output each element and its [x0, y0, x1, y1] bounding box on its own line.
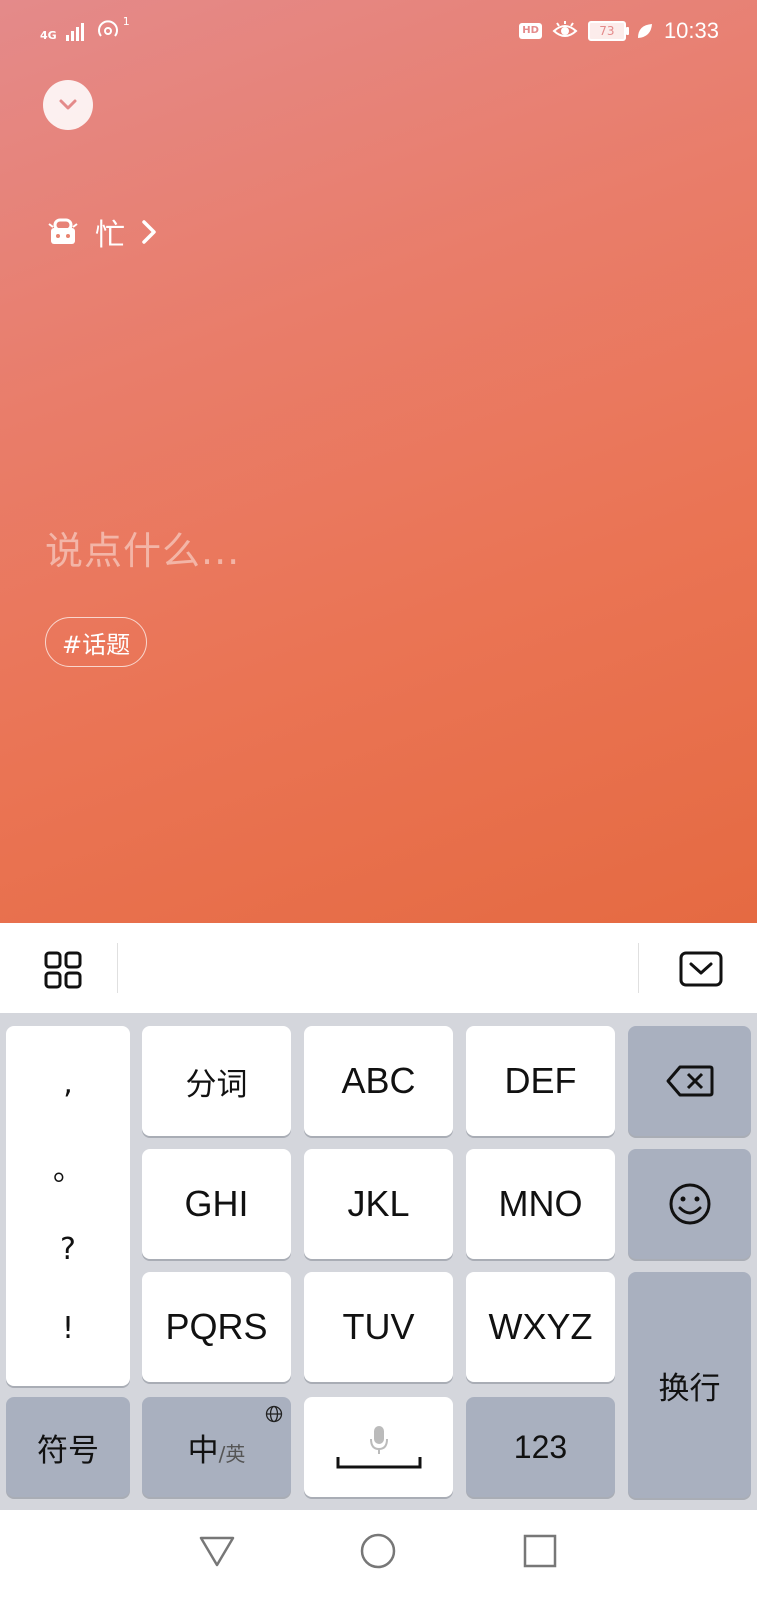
- key-label-sub: /英: [218, 1441, 246, 1466]
- keyboard-toolbar: [0, 923, 757, 1013]
- mood-selector[interactable]: 忙: [47, 210, 157, 254]
- battery-icon: 73: [587, 21, 629, 41]
- key-jkl[interactable]: JKL: [304, 1149, 453, 1259]
- key-label: 123: [513, 1428, 568, 1465]
- key-pqrs[interactable]: PQRS: [142, 1272, 291, 1382]
- busy-icon: [48, 218, 78, 244]
- punct-period[interactable]: 。: [53, 1145, 83, 1189]
- space-key[interactable]: [304, 1397, 453, 1497]
- eye-comfort-icon: [552, 21, 578, 37]
- emoji-icon: [669, 1183, 710, 1225]
- punctuation-key[interactable]: , 。 ? !: [6, 1026, 130, 1386]
- punct-exclamation[interactable]: !: [62, 1311, 74, 1346]
- globe-icon: [265, 1405, 283, 1423]
- language-switch-key[interactable]: 中 /英: [142, 1397, 291, 1497]
- sim-index: 1: [122, 15, 130, 28]
- signal-icon: [65, 23, 84, 41]
- key-label: 换行: [658, 1370, 721, 1407]
- microphone-icon: [369, 1426, 388, 1454]
- back-icon[interactable]: [198, 1532, 236, 1570]
- hide-keyboard-icon[interactable]: [679, 951, 723, 987]
- key-label-main: 中: [187, 1432, 219, 1469]
- status-bar: 4G 1 HD 73 10:33: [0, 0, 757, 64]
- key-def[interactable]: DEF: [466, 1026, 615, 1136]
- chevron-right-icon: [142, 220, 156, 244]
- key-label: JKL: [347, 1183, 410, 1224]
- backspace-icon: [666, 1065, 713, 1097]
- symbols-key[interactable]: 符号: [6, 1397, 130, 1497]
- key-ghi[interactable]: GHI: [142, 1149, 291, 1259]
- collapse-button[interactable]: [43, 80, 93, 130]
- key-label: MNO: [498, 1183, 583, 1224]
- toolbar-divider: [638, 943, 639, 993]
- home-icon[interactable]: [359, 1532, 397, 1570]
- space-bar-icon: [336, 1457, 421, 1469]
- mood-label: 忙: [95, 218, 125, 253]
- key-tuv[interactable]: TUV: [304, 1272, 453, 1382]
- key-label: 分词: [185, 1066, 248, 1103]
- emoji-key[interactable]: [628, 1149, 751, 1259]
- key-abc[interactable]: ABC: [304, 1026, 453, 1136]
- compose-background: [0, 0, 757, 923]
- key-wxyz[interactable]: WXYZ: [466, 1272, 615, 1382]
- numbers-key[interactable]: 123: [466, 1397, 615, 1497]
- punct-question[interactable]: ?: [60, 1232, 76, 1267]
- key-label: WXYZ: [488, 1306, 593, 1347]
- key-label: GHI: [184, 1183, 249, 1224]
- toolbar-divider: [117, 943, 118, 993]
- key-label: 符号: [37, 1432, 99, 1469]
- power-saving-leaf-icon: [637, 24, 652, 38]
- topic-button[interactable]: #话题: [45, 617, 148, 667]
- key-label: PQRS: [165, 1306, 268, 1347]
- key-label: ABC: [341, 1060, 416, 1101]
- hd-badge: HD: [519, 23, 542, 39]
- enter-key[interactable]: 换行: [628, 1272, 751, 1498]
- key-mno[interactable]: MNO: [466, 1149, 615, 1259]
- grid-icon[interactable]: [43, 950, 83, 990]
- key-segment[interactable]: 分词: [142, 1026, 291, 1136]
- chevron-down-icon: [59, 99, 77, 110]
- hotspot-icon: [97, 20, 118, 37]
- network-label: 4G: [40, 29, 57, 42]
- backspace-key[interactable]: [628, 1026, 751, 1136]
- recents-icon[interactable]: [521, 1532, 559, 1570]
- clock: 10:33: [663, 18, 719, 43]
- compose-input[interactable]: 说点什么...: [45, 520, 240, 575]
- key-label: DEF: [504, 1060, 577, 1101]
- key-label: TUV: [342, 1306, 415, 1347]
- punct-comma[interactable]: ,: [63, 1066, 73, 1101]
